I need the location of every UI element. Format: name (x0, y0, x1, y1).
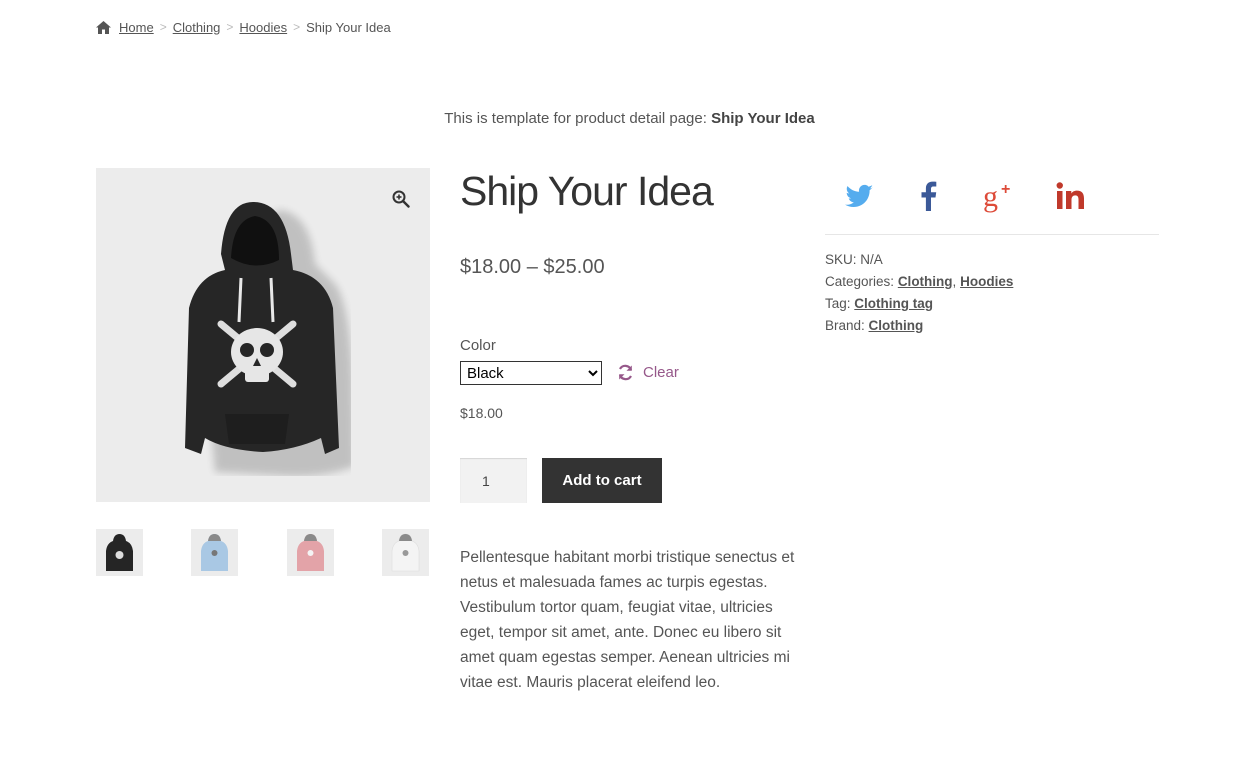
clear-variations-link[interactable]: Clear (617, 361, 679, 383)
social-share: g + (825, 168, 1159, 235)
black-hoodie-image (185, 202, 351, 476)
thumbnail-white-hoodie[interactable] (382, 529, 429, 576)
variation-price: $18.00 (460, 405, 503, 421)
template-note: This is template for product detail page… (0, 110, 1259, 127)
tag-row: Tag: Clothing tag (825, 293, 1013, 315)
breadcrumb-current: Ship Your Idea (306, 19, 391, 35)
google-plus-icon[interactable]: g + (982, 178, 1018, 214)
template-note-product: Ship Your Idea (711, 110, 815, 127)
zoom-icon[interactable] (392, 190, 410, 208)
sku-value: N/A (860, 252, 883, 267)
breadcrumb-clothing-link[interactable]: Clothing (173, 20, 221, 35)
tag-link[interactable]: Clothing tag (854, 296, 933, 311)
breadcrumb: Home > Clothing > Hoodies > Ship Your Id… (96, 18, 391, 36)
color-label: Color (460, 337, 496, 354)
svg-text:g: g (983, 180, 998, 213)
clear-label: Clear (643, 363, 679, 381)
product-description: Pellentesque habitant morbi tristique se… (460, 549, 795, 691)
template-note-prefix: This is template for product detail page… (444, 110, 712, 127)
brand-label: Brand: (825, 318, 865, 333)
brand-link[interactable]: Clothing (869, 318, 924, 333)
tag-label: Tag: (825, 296, 851, 311)
categories-separator: , (952, 274, 957, 289)
quantity-input[interactable] (460, 458, 527, 503)
thumbnail-pink-hoodie[interactable] (287, 529, 334, 576)
category-link-hoodies[interactable]: Hoodies (960, 274, 1013, 289)
breadcrumb-separator: > (159, 20, 167, 34)
product-meta: SKU: N/A Categories: Clothing, Hoodies T… (825, 249, 1013, 337)
thumbnail-blue-hoodie[interactable] (191, 529, 238, 576)
category-link-clothing[interactable]: Clothing (898, 274, 953, 289)
svg-text:+: + (1001, 181, 1010, 198)
linkedin-icon[interactable] (1053, 178, 1089, 214)
thumbnail-black-hoodie[interactable] (96, 529, 143, 576)
sku-row: SKU: N/A (825, 249, 1013, 271)
add-to-cart-button[interactable]: Add to cart (542, 458, 662, 503)
price-range: $18.00 – $25.00 (460, 256, 605, 278)
gallery-thumbnails (96, 529, 430, 577)
categories-row: Categories: Clothing, Hoodies (825, 271, 1013, 293)
twitter-icon[interactable] (841, 178, 877, 214)
breadcrumb-separator: > (293, 20, 301, 34)
breadcrumb-home-link[interactable]: Home (119, 20, 154, 35)
product-main-image[interactable] (96, 168, 430, 502)
home-icon (96, 20, 111, 34)
breadcrumb-hoodies-link[interactable]: Hoodies (239, 20, 287, 35)
facebook-icon[interactable] (911, 178, 947, 214)
categories-label: Categories: (825, 274, 895, 289)
sku-label: SKU: (825, 252, 857, 267)
product-title: Ship Your Idea (460, 168, 714, 214)
breadcrumb-separator: > (226, 20, 234, 34)
refresh-icon (617, 364, 634, 381)
color-select[interactable]: Black (460, 361, 602, 385)
brand-row: Brand: Clothing (825, 315, 1013, 337)
